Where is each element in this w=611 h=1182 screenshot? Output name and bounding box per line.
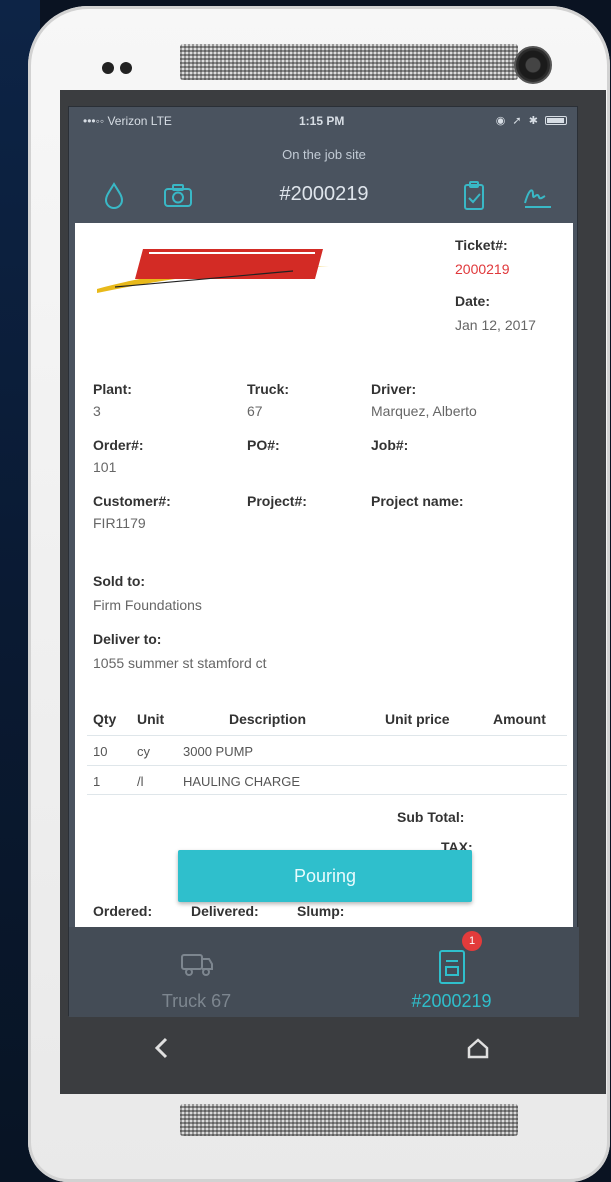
col-description: Description	[229, 711, 307, 727]
sold-to-value: Firm Foundations	[93, 597, 202, 613]
date-label: Date:	[455, 293, 491, 309]
status-icons-glyphs: ◉ ➚ ✱	[495, 115, 540, 127]
col-qty: Qty	[93, 711, 117, 727]
pouring-button[interactable]: Pouring	[178, 850, 472, 902]
android-nav-bar	[68, 1018, 578, 1080]
order-value: 101	[93, 459, 117, 475]
tab-truck[interactable]: Truck 67	[69, 927, 324, 1017]
ordered-label: Ordered:	[93, 903, 153, 919]
ticket-number-value: 2000219	[455, 261, 510, 277]
home-icon[interactable]	[466, 1036, 490, 1060]
deliver-to-label: Deliver to:	[93, 631, 162, 647]
ticket-document: Ticket#: 2000219 Date: Jan 12, 2017 Plan…	[75, 223, 573, 927]
front-camera	[514, 46, 552, 84]
ticket-document-icon	[439, 950, 465, 984]
ticket-number-label: Ticket#:	[455, 237, 508, 253]
table-row: 10 cy 3000 PUMP	[87, 735, 567, 765]
project-label: Project#:	[247, 493, 307, 509]
col-unit-price: Unit price	[385, 711, 450, 727]
project-name-label: Project name:	[371, 493, 464, 509]
delivered-label: Delivered:	[191, 903, 259, 919]
clipboard-check-icon[interactable]	[457, 179, 491, 213]
speaker-grille-top	[180, 44, 518, 80]
driver-label: Driver:	[371, 381, 417, 397]
bottom-tab-bar: Truck 67 1 #2000219	[69, 927, 579, 1017]
po-label: PO#:	[247, 437, 280, 453]
battery-icon	[545, 116, 567, 125]
subtotal-label: Sub Total:	[397, 809, 465, 825]
signature-icon[interactable]	[521, 179, 555, 213]
line-items-header: Qty Unit Description Unit price Amount	[75, 707, 573, 733]
date-value: Jan 12, 2017	[455, 317, 536, 333]
row-description: HAULING CHARGE	[183, 774, 301, 789]
truck-value: 67	[247, 403, 263, 419]
carrier-label: •••◦◦ Verizon LTE	[83, 114, 172, 128]
row-unit: /l	[137, 774, 144, 789]
truck-label: Truck:	[247, 381, 290, 397]
tab-ticket-label: #2000219	[411, 991, 492, 1011]
driver-value: Marquez, Alberto	[371, 403, 477, 419]
order-label: Order#:	[93, 437, 144, 453]
status-icons: ◉ ➚ ✱	[496, 114, 567, 127]
sensor-dot	[120, 62, 132, 74]
plant-label: Plant:	[93, 381, 132, 397]
customer-label: Customer#:	[93, 493, 171, 509]
ticket-title: #2000219	[279, 183, 369, 205]
company-logo	[97, 249, 329, 293]
truck-icon	[181, 954, 213, 976]
col-unit: Unit	[137, 711, 165, 727]
notification-badge: 1	[462, 931, 482, 951]
deliver-to-value: 1055 summer st stamford ct	[93, 655, 267, 671]
header-subtitle: On the job site	[282, 147, 366, 162]
sold-to-label: Sold to:	[93, 573, 146, 589]
status-bar: •••◦◦ Verizon LTE 1:15 PM ◉ ➚ ✱	[69, 107, 579, 133]
status-time: 1:15 PM	[299, 114, 345, 128]
slump-label: Slump:	[297, 903, 345, 919]
speaker-grille-bottom	[180, 1104, 518, 1136]
row-qty: 10	[93, 744, 108, 759]
tab-ticket[interactable]: 1 #2000219	[324, 927, 579, 1017]
table-row: 1 /l HAULING CHARGE	[87, 765, 567, 795]
col-amount: Amount	[493, 711, 546, 727]
back-arrow-icon[interactable]	[152, 1036, 172, 1060]
plant-value: 3	[93, 403, 101, 419]
row-qty: 1	[93, 774, 101, 789]
row-description: 3000 PUMP	[183, 744, 254, 759]
row-unit: cy	[137, 744, 150, 759]
sensor-dot	[102, 62, 114, 74]
customer-value: FIR1179	[93, 515, 146, 531]
tab-truck-label: Truck 67	[161, 991, 232, 1011]
header-toolbar: #2000219	[69, 171, 579, 223]
job-label: Job#:	[371, 437, 409, 453]
